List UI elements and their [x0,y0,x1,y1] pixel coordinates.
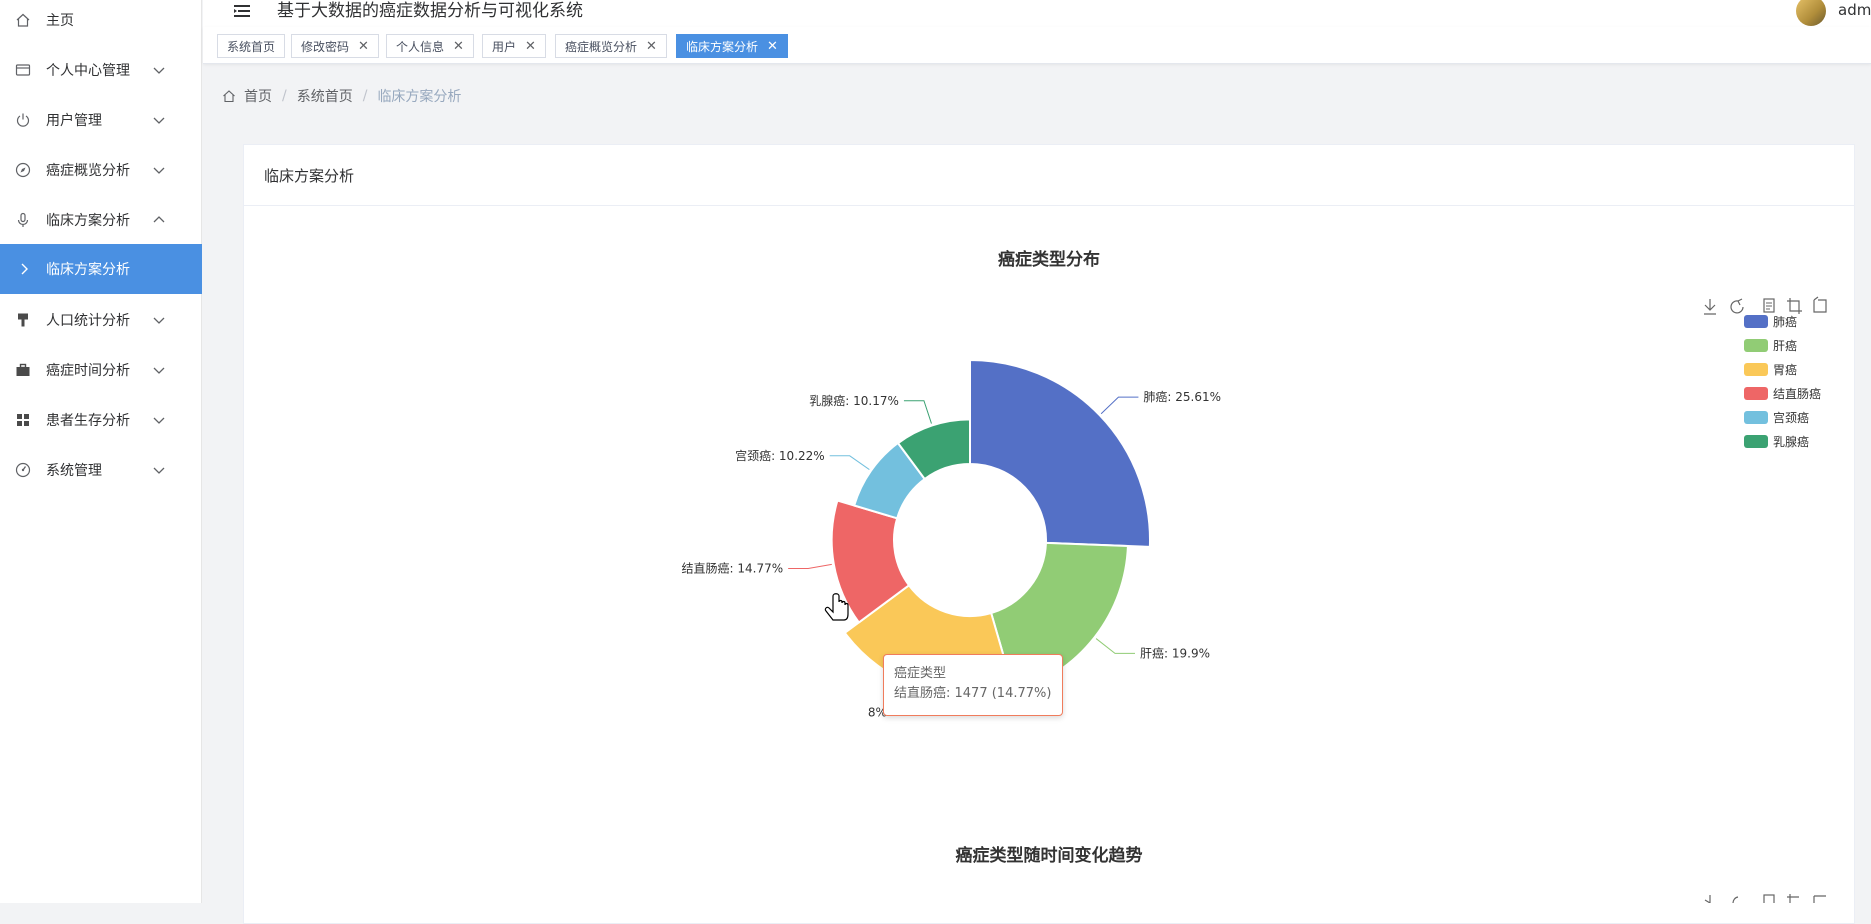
crop-icon[interactable] [1787,894,1799,903]
label-line [1095,638,1136,654]
data-label: 肺癌: 25.61% [1143,389,1221,404]
legend-swatch[interactable] [1744,363,1768,376]
legend-swatch[interactable] [1744,435,1768,448]
chart-tooltip: 癌症类型 结直肠癌: 1477 (14.77%) [883,654,1063,716]
data-label: 结直肠癌: 14.77% [682,561,784,576]
legend-label[interactable]: 乳腺癌 [1773,434,1809,449]
legend-swatch[interactable] [1744,411,1768,424]
label-line [1100,396,1139,415]
legend-swatch[interactable] [1744,315,1768,328]
data-view-icon[interactable] [1763,894,1775,903]
restore-icon[interactable] [1813,895,1826,903]
data-view-icon[interactable] [1763,298,1775,313]
label-line [788,563,832,570]
legend-label[interactable]: 宫颈癌 [1773,410,1809,425]
legend-label[interactable]: 肝癌 [1773,338,1797,353]
legend-label[interactable]: 胃癌 [1773,362,1797,377]
restore-icon[interactable] [1813,296,1827,313]
pie-chart: 癌症类型分布 肺癌: 25.61%肝癌: 19.9%8%结直肠癌: 14.77%… [682,249,1827,903]
data-label: 宫颈癌: 10.22% [735,448,825,463]
legend-label[interactable]: 结直肠癌 [1773,386,1821,401]
download-icon[interactable] [1704,299,1716,315]
download-icon[interactable] [1704,895,1711,903]
data-label: 肝癌: 19.9% [1140,645,1210,660]
crop-icon[interactable] [1787,298,1802,314]
chart-toolbox-trend [1704,894,1826,903]
label-line [903,400,932,424]
legend-swatch[interactable] [1744,387,1768,400]
label-line [829,455,870,470]
legend-swatch[interactable] [1744,339,1768,352]
pie-slice-1[interactable] [969,359,1151,548]
legend-label[interactable]: 肺癌 [1773,314,1797,329]
refresh-icon[interactable] [1730,298,1744,314]
tooltip-title: 癌症类型 [894,666,947,681]
tooltip-text: 结直肠癌: 1477 (14.77%) [894,686,1052,701]
refresh-icon[interactable] [1732,896,1739,903]
data-label: 乳腺癌: 10.17% [809,393,899,408]
chart-title-trend: 癌症类型随时间变化趋势 [956,845,1143,866]
chart-toolbox [1704,296,1827,315]
chart-title: 癌症类型分布 [998,249,1100,270]
